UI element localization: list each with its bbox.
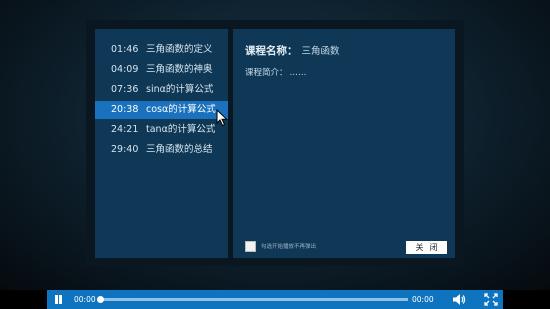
chapter-item-1[interactable]: 01:46 三角函数的定义 (95, 41, 228, 59)
chapter-time: 04:09 (111, 64, 139, 75)
chapter-title: 三角函数的定义 (146, 44, 213, 55)
course-name: 课程名称： 三角函数 (245, 43, 340, 58)
chapter-time: 29:40 (111, 144, 139, 155)
chapter-time: 24:21 (111, 124, 139, 135)
course-intro: 课程简介：…… (245, 66, 307, 78)
volume-icon[interactable] (452, 293, 466, 306)
chapter-list: 01:46 三角函数的定义 04:09 三角函数的神奥 07:36 sinα的计… (95, 29, 228, 258)
chapter-title: 三角函数的神奥 (146, 64, 213, 75)
chapter-item-6[interactable]: 29:40 三角函数的总结 (95, 141, 228, 159)
progress-handle[interactable] (97, 296, 104, 303)
course-info-panel: 课程名称： 三角函数 课程简介：…… 勾选开始播放不再弹出 关闭 (233, 29, 455, 258)
chapter-item-4[interactable]: 20:38 cosα的计算公式 (95, 101, 228, 119)
chapter-time: 01:46 (111, 44, 139, 55)
course-name-value: 三角函数 (301, 46, 340, 57)
chapter-title: sinα的计算公式 (146, 84, 214, 95)
mouse-pointer-icon (216, 109, 228, 127)
chapter-time: 20:38 (111, 104, 139, 115)
pause-icon[interactable] (52, 294, 64, 305)
chapter-item-3[interactable]: 07:36 sinα的计算公式 (95, 81, 228, 99)
chapter-item-5[interactable]: 24:21 tanα的计算公式 (95, 121, 228, 139)
chapter-title: cosα的计算公式 (146, 104, 216, 115)
duration-time: 00:00 (412, 295, 434, 304)
course-intro-label: 课程简介： (245, 68, 288, 78)
course-name-label: 课程名称： (245, 45, 298, 57)
fullscreen-icon[interactable] (484, 293, 498, 306)
course-intro-value: …… (289, 68, 307, 78)
dont-show-again-checkbox[interactable] (245, 241, 256, 252)
chapter-title: 三角函数的总结 (146, 144, 213, 155)
dont-show-again-label: 勾选开始播放不再弹出 (261, 244, 317, 250)
progress-bar[interactable] (97, 296, 408, 303)
player-control-bar: 00:00 00:00 (47, 290, 503, 309)
close-button[interactable]: 关闭 (406, 241, 447, 254)
chapter-title: tanα的计算公式 (146, 124, 216, 135)
chapter-item-2[interactable]: 04:09 三角函数的神奥 (95, 61, 228, 79)
current-time: 00:00 (74, 295, 96, 304)
chapter-time: 07:36 (111, 84, 139, 95)
video-stage[interactable]: 01:46 三角函数的定义 04:09 三角函数的神奥 07:36 sinα的计… (0, 0, 550, 290)
